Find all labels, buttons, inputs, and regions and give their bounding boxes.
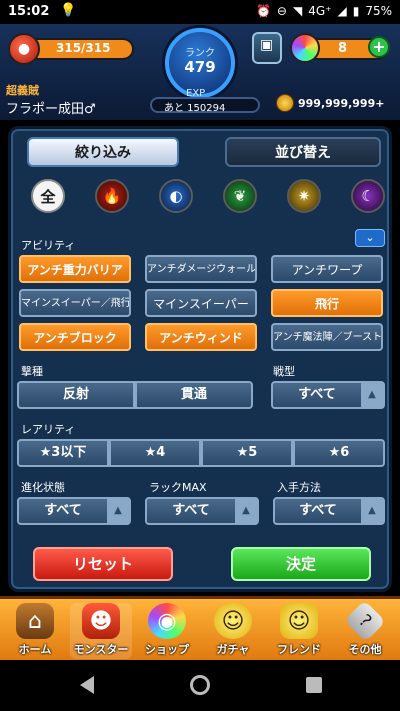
evolution-label: 進化状態 bbox=[21, 481, 65, 494]
nav-label: ホーム bbox=[18, 643, 52, 656]
nav-label: モンスター bbox=[73, 643, 129, 656]
home-icon[interactable] bbox=[190, 675, 210, 695]
filter-panel: 絞り込み 並び替え 全 🔥 ◐ ❦ ✷ ☾ アビリティ ⌄ アンチ重力バリア ア… bbox=[8, 126, 392, 592]
buy-orb-button[interactable]: + bbox=[368, 36, 390, 58]
back-icon[interactable] bbox=[80, 676, 94, 694]
attack-type-pierce[interactable]: 貫通 bbox=[135, 381, 253, 409]
nav-label: フレンド bbox=[277, 643, 321, 656]
lightbulb-icon: 💡 bbox=[60, 3, 77, 18]
bottom-nav: ⌂ ホーム ☻ モンスター ◉ ショップ ☺ ガチャ ☺ フレンド ? その他 bbox=[0, 596, 400, 660]
clock: 15:02 bbox=[8, 4, 50, 19]
rarity-6[interactable]: ★6 bbox=[293, 439, 385, 467]
battle-type-value: すべて bbox=[298, 387, 336, 402]
ability-chip-anti-wind[interactable]: アンチウィンド bbox=[145, 323, 257, 351]
player-name: フラポー成田♂ bbox=[6, 102, 96, 117]
acquire-label: 入手方法 bbox=[277, 481, 321, 494]
gacha-icon: ☺ bbox=[214, 603, 252, 639]
nav-label: その他 bbox=[348, 643, 382, 656]
alarm-icon: ⏰ bbox=[255, 4, 271, 18]
coin-icon bbox=[276, 94, 294, 112]
recent-apps-icon[interactable] bbox=[306, 677, 322, 693]
rarity-label: レアリティ bbox=[21, 423, 76, 436]
ability-label: アビリティ bbox=[21, 239, 76, 252]
rank-value: 479 bbox=[184, 58, 216, 76]
ability-chip-anti-magic-boost[interactable]: アンチ魔法陣／ブースト bbox=[271, 323, 383, 351]
light-attribute-icon[interactable]: ✷ bbox=[287, 179, 321, 213]
tab-filter[interactable]: 絞り込み bbox=[27, 137, 179, 167]
evolution-value: すべて bbox=[44, 503, 82, 518]
attack-type-reflect[interactable]: 反射 bbox=[17, 381, 135, 409]
attribute-all-button[interactable]: 全 bbox=[31, 179, 65, 213]
battery-icon: ▮ bbox=[352, 4, 360, 18]
stamina-icon: ● bbox=[8, 33, 40, 65]
ability-chip-mine-sweeper[interactable]: マインスイーパー bbox=[145, 289, 257, 317]
evolution-select[interactable]: すべて ▲ bbox=[17, 497, 131, 525]
status-icons: ⏰ ⊖ ◥ 4G⁺ ◢ ▮ 75% bbox=[256, 4, 392, 18]
dark-attribute-icon[interactable]: ☾ bbox=[351, 179, 385, 213]
battle-type-select[interactable]: すべて ▲ bbox=[271, 381, 385, 409]
rank-label: ランク bbox=[185, 48, 215, 59]
player-title: 超義賊 bbox=[6, 84, 39, 97]
ability-chip-mine-sweeper-fly[interactable]: マインスイーパー／飛行 bbox=[19, 289, 131, 317]
nav-home[interactable]: ⌂ ホーム bbox=[4, 603, 66, 659]
confirm-button[interactable]: 決定 bbox=[231, 547, 371, 581]
tab-sort[interactable]: 並び替え bbox=[225, 137, 381, 167]
stamina-value: 315/315 bbox=[56, 41, 111, 55]
battery-label: 75% bbox=[365, 4, 392, 18]
game-header: ● 315/315 ランク 479 EXP あと 150294 ▣ 8 + 超義… bbox=[0, 24, 400, 120]
collapse-chevron-icon[interactable]: ⌄ bbox=[355, 229, 385, 247]
fire-attribute-icon[interactable]: 🔥 bbox=[95, 179, 129, 213]
caret-up-icon: ▲ bbox=[235, 499, 257, 523]
nav-shop[interactable]: ◉ ショップ bbox=[136, 603, 198, 659]
caret-up-icon: ▲ bbox=[361, 499, 383, 523]
other-icon: ? bbox=[344, 600, 386, 642]
attribute-filter-row: 全 🔥 ◐ ❦ ✷ ☾ bbox=[25, 179, 385, 219]
wood-attribute-icon[interactable]: ❦ bbox=[223, 179, 257, 213]
status-bar: 15:02 💡 ⏰ ⊖ ◥ 4G⁺ ◢ ▮ 75% bbox=[0, 0, 400, 24]
reset-button[interactable]: リセット bbox=[33, 547, 173, 581]
luck-max-value: すべて bbox=[172, 503, 210, 518]
ability-chip-fly[interactable]: 飛行 bbox=[271, 289, 383, 317]
friend-icon: ☺ bbox=[280, 603, 318, 639]
battle-type-label: 戦型 bbox=[273, 365, 295, 378]
nav-friend[interactable]: ☺ フレンド bbox=[268, 603, 330, 659]
treasure-chest-icon: ▣ bbox=[260, 37, 274, 53]
wifi-icon: ◥ bbox=[292, 4, 303, 18]
nav-label: ショップ bbox=[145, 643, 189, 656]
network-label: 4G⁺ bbox=[308, 4, 332, 18]
ability-chip-anti-warp[interactable]: アンチワープ bbox=[271, 255, 383, 283]
orb-count: 8 bbox=[338, 41, 348, 56]
rarity-3-or-below[interactable]: ★3以下 bbox=[17, 439, 109, 467]
monster-icon: ☻ bbox=[82, 603, 120, 639]
coin-count: 999,999,999+ bbox=[298, 97, 385, 110]
attack-type-label: 撃種 bbox=[21, 365, 43, 378]
rarity-5[interactable]: ★5 bbox=[201, 439, 293, 467]
orb-icon bbox=[290, 33, 320, 63]
caret-up-icon: ▲ bbox=[361, 383, 383, 407]
android-nav-bar bbox=[0, 660, 400, 711]
orb-icon: ◉ bbox=[148, 603, 186, 639]
dnd-icon: ⊖ bbox=[276, 4, 287, 18]
house-icon: ⌂ bbox=[16, 603, 54, 639]
signal-icon: ◢ bbox=[337, 4, 347, 18]
acquire-select[interactable]: すべて ▲ bbox=[273, 497, 385, 525]
caret-up-icon: ▲ bbox=[107, 499, 129, 523]
acquire-value: すべて bbox=[299, 503, 337, 518]
nav-monster[interactable]: ☻ モンスター bbox=[70, 603, 132, 659]
nav-other[interactable]: ? その他 bbox=[334, 600, 396, 659]
rarity-4[interactable]: ★4 bbox=[109, 439, 201, 467]
nav-gacha[interactable]: ☺ ガチャ bbox=[202, 603, 264, 659]
exp-remaining: あと 150294 bbox=[164, 103, 226, 114]
ability-chip-anti-block[interactable]: アンチブロック bbox=[19, 323, 131, 351]
luck-max-select[interactable]: すべて ▲ bbox=[145, 497, 259, 525]
luck-max-label: ラックMAX bbox=[149, 481, 207, 494]
ability-chip-anti-gravity[interactable]: アンチ重力バリア bbox=[19, 255, 131, 283]
nav-label: ガチャ bbox=[216, 643, 250, 656]
item-box-button[interactable]: ▣ bbox=[252, 32, 282, 64]
water-attribute-icon[interactable]: ◐ bbox=[159, 179, 193, 213]
ability-chip-anti-damage-wall[interactable]: アンチダメージウォール bbox=[145, 255, 257, 283]
